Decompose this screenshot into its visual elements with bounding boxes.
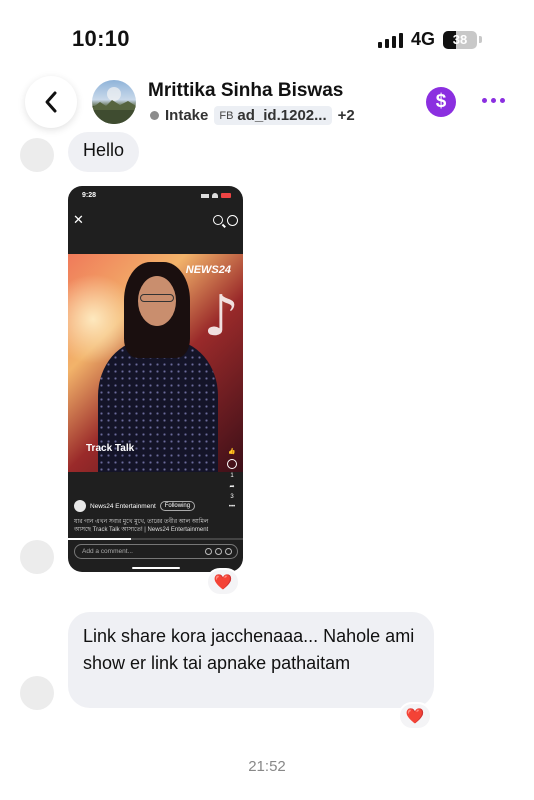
video-progress bbox=[68, 538, 243, 540]
attachment-time: 9:28 bbox=[82, 192, 97, 199]
heart-icon: ❤️ bbox=[405, 708, 425, 725]
chat-header: Mrittika Sinha Biswas Intake FB ad_id.12… bbox=[0, 72, 534, 134]
attachment-status-icons bbox=[201, 193, 231, 198]
image-attachment[interactable]: 9:28 ✕ ♪ NEWS24 Track Talk 👍 1 ➦ 3 ••• N… bbox=[68, 186, 243, 572]
signal-icon bbox=[377, 32, 403, 48]
dollar-icon: $ bbox=[435, 91, 447, 112]
contact-avatar[interactable] bbox=[92, 80, 136, 124]
sender-avatar bbox=[20, 540, 54, 574]
payment-button[interactable]: $ bbox=[426, 87, 456, 117]
profile-icon bbox=[227, 215, 238, 226]
ad-source-label: FB bbox=[219, 109, 234, 122]
glasses bbox=[140, 294, 174, 302]
search-icon bbox=[213, 215, 223, 225]
landscape-photo bbox=[92, 87, 136, 124]
channel-name: News24 Entertainment bbox=[90, 502, 156, 510]
more-icon: ••• bbox=[228, 504, 236, 510]
ad-tag[interactable]: FB ad_id.1202... bbox=[214, 106, 332, 125]
status-dot-icon bbox=[150, 111, 159, 120]
battery-level: 38 bbox=[452, 32, 468, 47]
sender-avatar bbox=[20, 138, 54, 172]
contact-name[interactable]: Mrittika Sinha Biswas bbox=[148, 80, 343, 102]
battery-tip bbox=[479, 36, 482, 43]
like-icon: 👍 bbox=[228, 449, 236, 455]
contact-tags: Intake FB ad_id.1202... +2 bbox=[150, 106, 355, 125]
status-bar: 10:10 4G 38 bbox=[0, 0, 534, 70]
heart-icon: ❤️ bbox=[213, 574, 233, 591]
following-chip: Following bbox=[159, 501, 196, 511]
channel-row: News24 Entertainment Following bbox=[74, 500, 196, 512]
comment-placeholder: Add a comment... bbox=[82, 548, 133, 555]
channel-avatar bbox=[74, 500, 86, 512]
message-bubble[interactable]: Link share kora jacchenaaa... Nahole ami… bbox=[68, 612, 434, 708]
comment-icon bbox=[227, 459, 237, 469]
close-icon: ✕ bbox=[73, 212, 84, 227]
battery-icon: 38 bbox=[443, 30, 477, 49]
video-frame: ♪ NEWS24 Track Talk bbox=[68, 254, 243, 472]
attachment-topbar: ✕ bbox=[68, 212, 243, 234]
status-time: 10:10 bbox=[72, 26, 130, 51]
network-type: 4G bbox=[410, 29, 435, 49]
more-tags-count[interactable]: +2 bbox=[338, 107, 355, 124]
message-timestamp: 21:52 bbox=[248, 758, 286, 775]
share-count: 3 bbox=[230, 494, 234, 500]
more-options-icon[interactable] bbox=[482, 98, 505, 103]
music-note-icon: ♪ bbox=[203, 284, 239, 349]
share-icon: ➦ bbox=[229, 484, 235, 490]
stage-label[interactable]: Intake bbox=[165, 107, 208, 124]
message-bubble[interactable]: Hello bbox=[68, 132, 140, 172]
status-indicators: 4G 38 bbox=[377, 29, 482, 50]
comment-tools-icons bbox=[205, 548, 232, 555]
video-caption: যার গান এখন সবার মুখে মুখে, তারের তবীর আ… bbox=[74, 519, 209, 533]
home-indicator bbox=[132, 567, 180, 569]
ad-id-label: ad_id.1202... bbox=[237, 107, 327, 124]
comment-field: Add a comment... bbox=[74, 544, 238, 559]
track-talk-logo: Track Talk bbox=[86, 443, 135, 454]
comment-count: 1 bbox=[230, 473, 234, 479]
attachment-status-bar: 9:28 bbox=[68, 186, 243, 208]
sender-avatar bbox=[20, 676, 54, 710]
video-actions: 👍 1 ➦ 3 ••• bbox=[225, 448, 239, 510]
reaction-badge[interactable]: ❤️ bbox=[398, 702, 432, 730]
reaction-badge[interactable]: ❤️ bbox=[206, 568, 240, 596]
back-button[interactable] bbox=[25, 76, 77, 128]
news24-logo: NEWS24 bbox=[185, 264, 231, 276]
chevron-left-icon bbox=[45, 91, 57, 113]
